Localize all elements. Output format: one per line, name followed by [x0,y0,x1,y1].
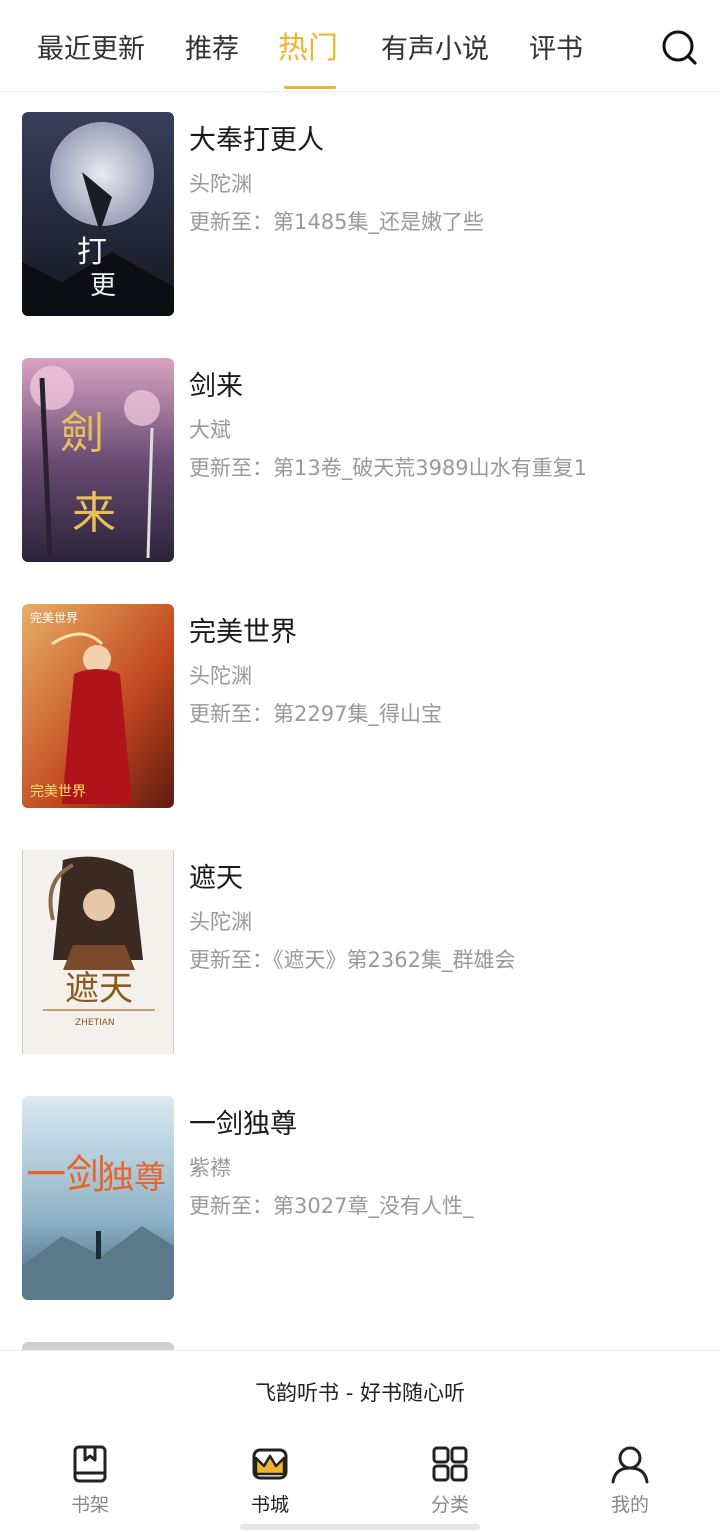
book-update-info: 更新至：《遮天》第2362集_群雄会 [189,948,516,972]
book-item[interactable]: 一剑 独尊 一剑独尊 紫襟 更新至：第3027章_没有人性_ [0,1076,720,1322]
nav-bookstore[interactable]: 书城 [220,1444,320,1524]
search-icon [662,30,697,65]
nav-profile[interactable]: 我的 [580,1444,680,1524]
book-update-info: 更新至：第13卷_破天荒3989山水有重复1 [189,456,588,480]
tab-hot[interactable]: 热门 [278,27,338,71]
nav-label: 分类 [430,1494,469,1516]
nav-label: 书城 [250,1494,289,1516]
svg-text:更: 更 [90,271,116,301]
book-author: 头陀渊 [189,910,252,934]
svg-text:劍: 劍 [60,408,104,459]
top-tab-bar: 最近更新 推荐 热门 有声小说 评书 [0,0,720,92]
tab-recent-updates[interactable]: 最近更新 [37,28,145,72]
book-update-info: 更新至：第3027章_没有人性_ [189,1194,474,1218]
category-grid-icon [432,1446,468,1482]
svg-text:ZHETIAN: ZHETIAN [75,1018,115,1028]
book-item[interactable]: 打 更 大奉打更人 头陀渊 更新至：第1485集_还是嫩了些 [0,92,720,338]
nav-category[interactable]: 分类 [400,1444,500,1524]
book-update-info: 更新至：第2297集_得山宝 [189,702,442,726]
book-title[interactable]: 完美世界 [189,610,297,649]
footer-slogan-bar: 飞韵听书 - 好书随心听 [0,1350,720,1430]
book-update-info: 更新至：第1485集_还是嫩了些 [189,210,484,234]
book-title[interactable]: 一剑独尊 [189,1102,297,1141]
book-title[interactable]: 遮天 [189,856,243,895]
svg-text:完美世界: 完美世界 [30,784,86,800]
nav-bookshelf[interactable]: 书架 [40,1444,140,1524]
app-slogan: 飞韵听书 - 好书随心听 [255,1381,465,1405]
bookshelf-icon [73,1445,107,1483]
book-cover[interactable]: 一剑 独尊 [22,1096,174,1300]
home-indicator [240,1524,480,1530]
svg-text:一剑: 一剑 [26,1152,106,1198]
book-cover[interactable] [22,1342,174,1350]
nav-label: 书架 [70,1494,109,1516]
profile-icon [611,1446,649,1484]
book-cover[interactable]: 完美世界 完美世界 [22,604,174,808]
bookstore-icon [252,1448,288,1480]
book-cover[interactable]: 遮天 ZHETIAN [22,850,174,1054]
book-author: 头陀渊 [189,172,252,196]
book-cover[interactable]: 打 更 [22,112,174,316]
active-tab-indicator [284,86,336,89]
book-item[interactable]: 劍 来 剑来 大斌 更新至：第13卷_破天荒3989山水有重复1 [0,338,720,584]
search-button[interactable] [660,28,700,68]
svg-text:遮天: 遮天 [65,969,133,1009]
tab-audio-novels[interactable]: 有声小说 [381,28,489,72]
svg-text:来: 来 [72,488,116,539]
svg-text:完美世界: 完美世界 [30,610,78,625]
book-item[interactable]: 完美世界 完美世界 完美世界 头陀渊 更新至：第2297集_得山宝 [0,584,720,830]
book-title[interactable]: 剑来 [189,364,243,403]
book-author: 紫襟 [189,1156,231,1180]
book-author: 大斌 [189,418,231,442]
book-author: 头陀渊 [189,664,252,688]
svg-text:独尊: 独尊 [102,1158,166,1196]
nav-label: 我的 [610,1494,649,1516]
book-item[interactable]: 遮天 ZHETIAN 遮天 头陀渊 更新至：《遮天》第2362集_群雄会 [0,830,720,1076]
book-list[interactable]: 打 更 大奉打更人 头陀渊 更新至：第1485集_还是嫩了些 劍 来 剑来 大斌… [0,92,720,1350]
svg-text:打: 打 [77,235,107,270]
book-cover[interactable]: 劍 来 [22,358,174,562]
bottom-navigation: 书架 书城 分类 我的 [0,1430,720,1532]
tab-storytelling[interactable]: 评书 [529,28,583,72]
tab-recommended[interactable]: 推荐 [185,28,239,72]
book-title[interactable]: 大奉打更人 [189,118,324,157]
book-item[interactable] [0,1322,720,1350]
